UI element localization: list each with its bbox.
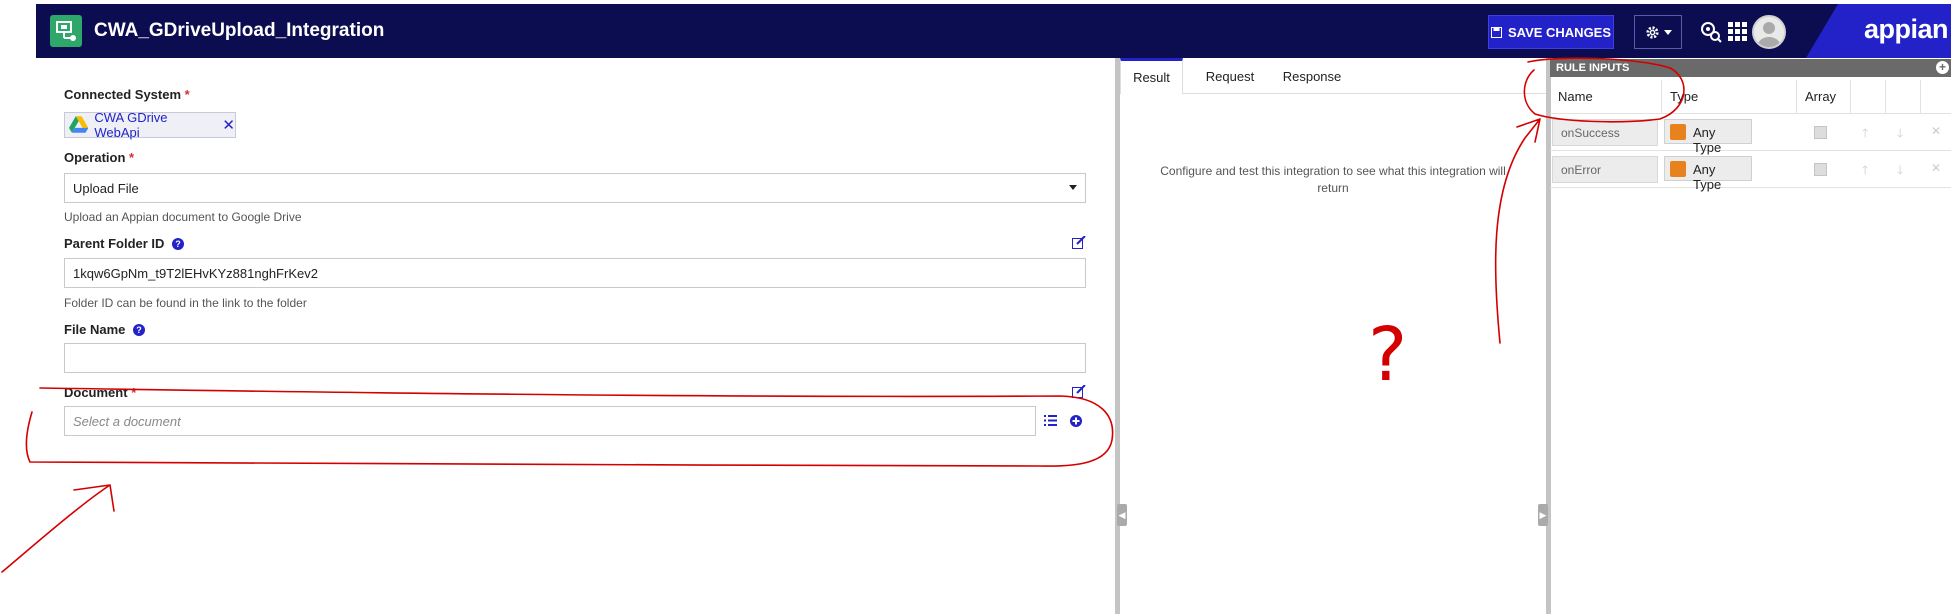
move-up-icon[interactable]: 🡑	[1862, 161, 1868, 182]
rule-input-type-picker[interactable]: Any Type	[1664, 156, 1752, 192]
operation-dropdown[interactable]: Upload File	[64, 173, 1086, 203]
rule-input-name-field[interactable]: onError	[1552, 156, 1658, 183]
column-header-delete	[1921, 80, 1951, 114]
tab-result[interactable]: Result	[1120, 58, 1183, 94]
document-placeholder: Select a document	[73, 414, 181, 429]
move-down-icon[interactable]: 🡓	[1897, 161, 1903, 182]
help-icon[interactable]: ?	[133, 324, 146, 336]
connected-system-label: Connected System *	[64, 87, 190, 102]
left-panel-divider[interactable]	[1115, 58, 1120, 614]
delete-icon[interactable]: ✕	[1931, 124, 1941, 138]
top-bar: CWA_GDriveUpload_Integration SAVE CHANGE…	[36, 4, 1951, 58]
help-icon[interactable]: ?	[172, 238, 185, 250]
move-down-icon[interactable]: 🡓	[1897, 124, 1903, 145]
required-marker: *	[129, 150, 135, 165]
save-changes-label: SAVE CHANGES	[1507, 24, 1612, 40]
browse-list-icon[interactable]	[1044, 415, 1057, 426]
parent-folder-id-value: 1kqw6GpNm_t9T2lEHvKYz881nghFrKev2	[73, 266, 318, 281]
connected-system-chip[interactable]: CWA GDrive WebApi ✕	[64, 110, 236, 140]
edit-expression-icon[interactable]	[1072, 385, 1086, 398]
results-tab-bar: Result Request Response	[1120, 58, 1546, 94]
column-header-array: Array	[1797, 80, 1851, 114]
dropdown-caret-icon	[1069, 185, 1077, 190]
rule-inputs-title: RULE INPUTS	[1556, 62, 1630, 74]
connected-system-name[interactable]: CWA GDrive WebApi	[94, 110, 212, 140]
chevron-down-icon	[1663, 29, 1672, 35]
rule-input-name-field[interactable]: onSuccess	[1552, 119, 1658, 146]
array-checkbox[interactable]	[1814, 126, 1827, 139]
appian-logo: appian	[1806, 4, 1951, 58]
user-avatar[interactable]	[1752, 15, 1786, 49]
results-empty-message: Configure and test this integration to s…	[1160, 164, 1506, 195]
array-checkbox[interactable]	[1814, 163, 1827, 176]
google-drive-icon	[69, 116, 89, 133]
operation-description: Upload an Appian document to Google Driv…	[64, 210, 302, 224]
parent-folder-id-label: Parent Folder ID ?	[64, 236, 185, 251]
gear-icon	[1645, 25, 1659, 39]
rule-input-type-value: Any Type	[1693, 162, 1722, 192]
save-icon	[1490, 26, 1502, 38]
edit-expression-icon[interactable]	[1072, 236, 1086, 249]
document-picker[interactable]: Select a document	[64, 406, 1036, 436]
column-header-name: Name	[1550, 80, 1662, 114]
operation-selected-value: Upload File	[73, 181, 139, 196]
operation-label: Operation *	[64, 150, 135, 165]
rule-input-row: onError Any Type 🡑 🡓 ✕	[1550, 151, 1951, 192]
rule-inputs-header: RULE INPUTS +	[1550, 59, 1951, 77]
appian-logo-text: appian	[1864, 14, 1949, 44]
file-name-input[interactable]	[64, 343, 1086, 373]
column-header-move-up	[1851, 80, 1886, 114]
apps-grid-icon[interactable]	[1728, 22, 1748, 42]
annotation-question-mark: ?	[1368, 312, 1407, 398]
delete-icon[interactable]: ✕	[1931, 161, 1941, 175]
tab-response[interactable]: Response	[1271, 58, 1353, 94]
rule-input-type-picker[interactable]: Any Type	[1664, 119, 1752, 155]
collapse-right-handle[interactable]: ▶	[1538, 504, 1548, 526]
navigate-objects-icon[interactable]	[1700, 21, 1722, 43]
page-title: CWA_GDriveUpload_Integration	[94, 20, 385, 41]
rule-input-row: onSuccess Any Type 🡑 🡓 ✕	[1550, 114, 1951, 155]
required-marker: *	[131, 385, 137, 400]
column-header-move-down	[1886, 80, 1921, 114]
save-changes-button[interactable]: SAVE CHANGES	[1488, 15, 1614, 49]
annotation-left-arrow	[1, 484, 115, 573]
remove-connected-system-icon[interactable]: ✕	[222, 116, 235, 134]
add-document-icon[interactable]	[1070, 415, 1082, 427]
column-header-type: Type	[1662, 80, 1797, 114]
add-rule-input-icon[interactable]: +	[1936, 61, 1949, 74]
collapse-left-handle[interactable]: ◀	[1117, 504, 1127, 526]
tab-request[interactable]: Request	[1189, 58, 1271, 94]
integration-app-icon	[50, 15, 82, 47]
parent-folder-id-hint: Folder ID can be found in the link to th…	[64, 296, 307, 310]
settings-menu-button[interactable]	[1634, 15, 1682, 49]
move-up-icon[interactable]: 🡑	[1862, 124, 1868, 145]
data-type-icon	[1670, 161, 1686, 177]
document-label: Document *	[64, 385, 137, 400]
required-marker: *	[184, 87, 190, 102]
annotation-right-arrow	[1494, 118, 1541, 344]
parent-folder-id-input[interactable]: 1kqw6GpNm_t9T2lEHvKYz881nghFrKev2	[64, 258, 1086, 288]
file-name-label: File Name ?	[64, 322, 146, 337]
data-type-icon	[1670, 124, 1686, 140]
